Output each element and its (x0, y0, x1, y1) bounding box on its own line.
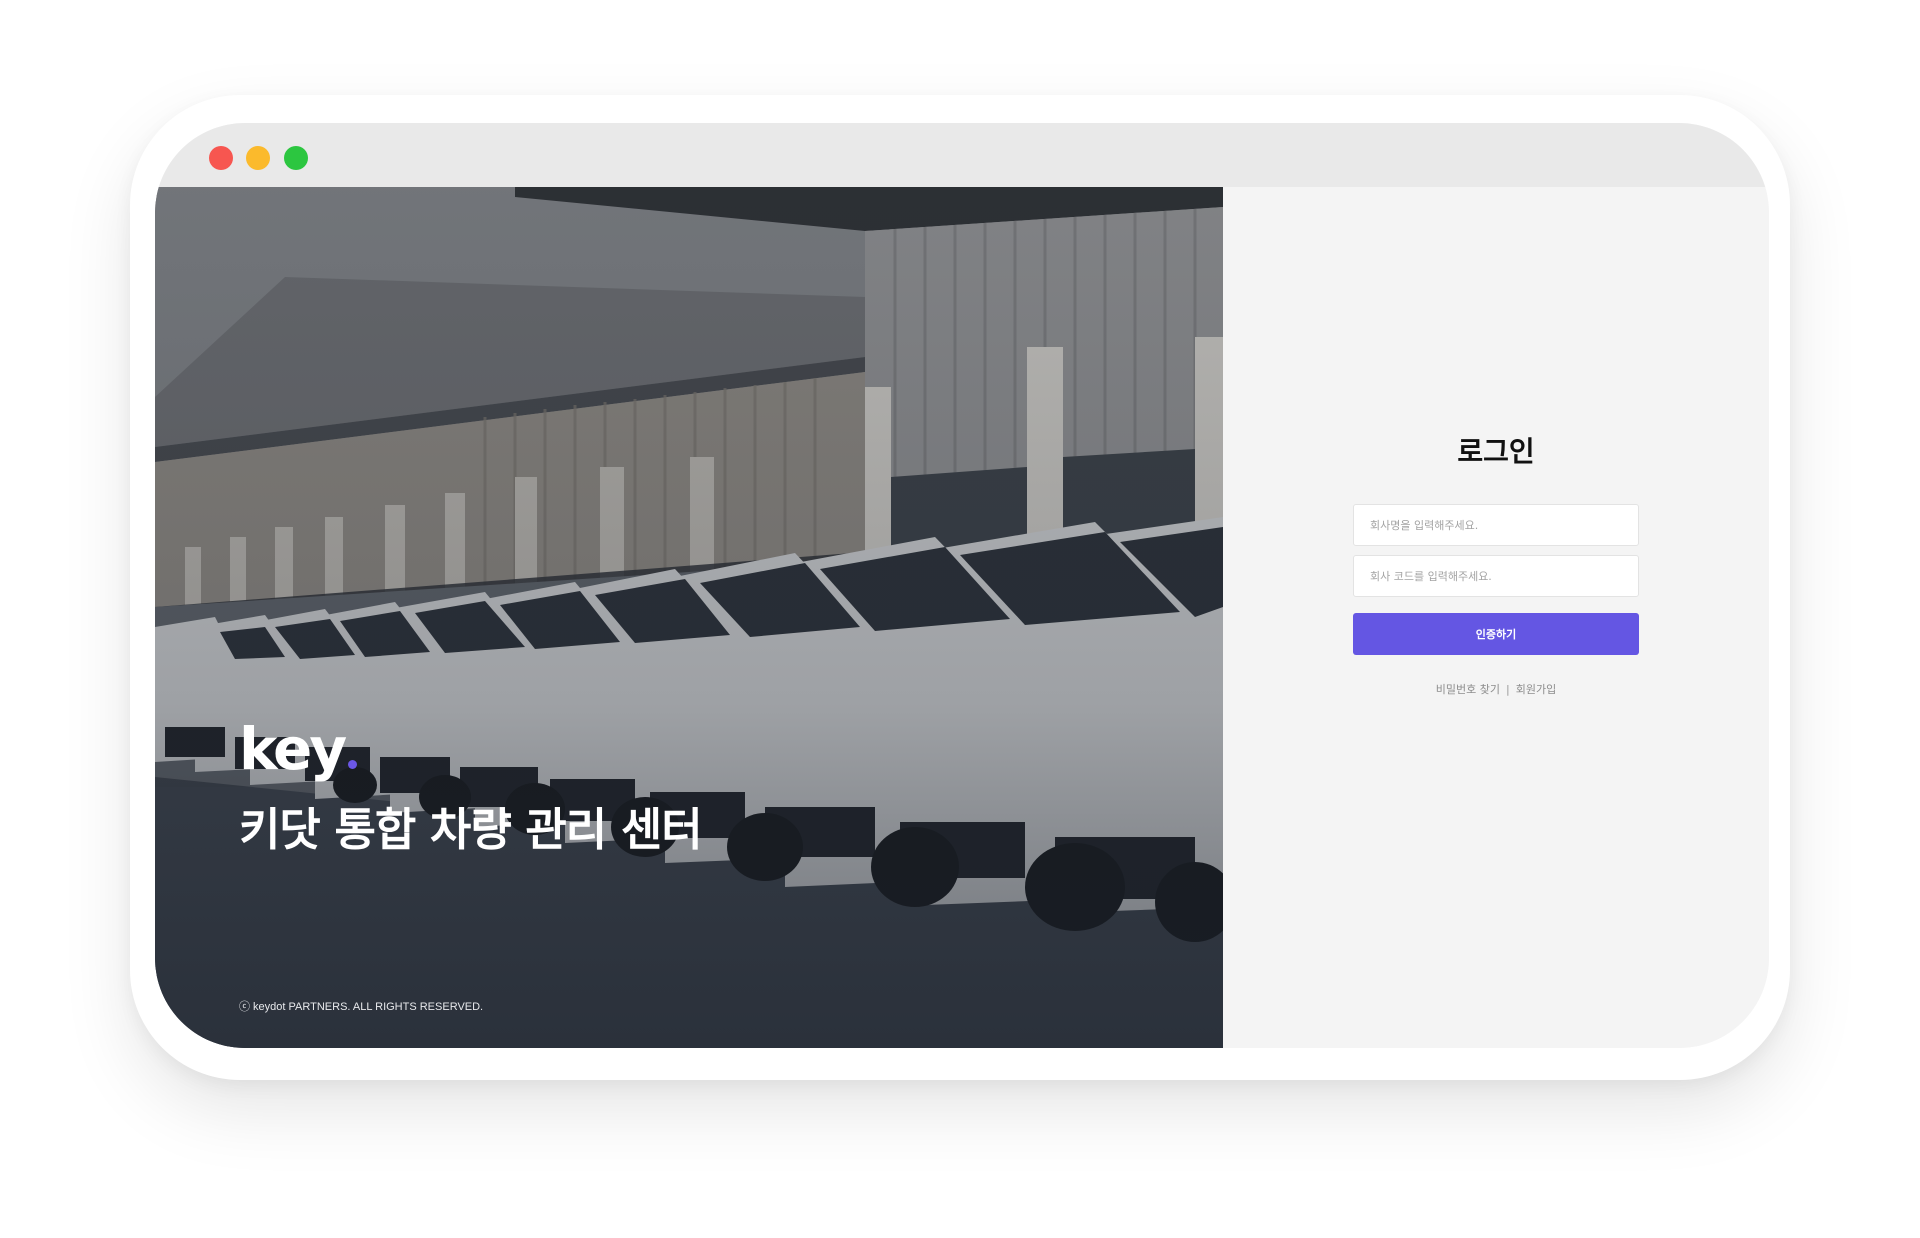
hero-overlay (155, 187, 1223, 1048)
login-panel: 로그인 인증하기 비밀번호 찾기 | 회원가입 (1223, 187, 1769, 1048)
login-links: 비밀번호 찾기 | 회원가입 (1223, 681, 1769, 697)
signup-link[interactable]: 회원가입 (1516, 683, 1556, 696)
hero-panel: key 키닷 통합 차량 관리 센터 ⓒ keydot PARTNERS. AL… (155, 187, 1223, 1048)
close-window-button[interactable] (209, 146, 233, 170)
keydot-logo: key (239, 720, 358, 778)
hero-title: 키닷 통합 차량 관리 센터 (239, 803, 703, 856)
window-titlebar (155, 123, 1769, 187)
logo-dot-icon (348, 760, 358, 769)
authenticate-button[interactable]: 인증하기 (1353, 613, 1639, 655)
browser-window: key 키닷 통합 차량 관리 센터 ⓒ keydot PARTNERS. AL… (155, 123, 1769, 1048)
company-code-input[interactable] (1353, 555, 1639, 597)
minimize-window-button[interactable] (246, 146, 270, 170)
company-name-input[interactable] (1353, 504, 1639, 546)
copyright-text: ⓒ keydot PARTNERS. ALL RIGHTS RESERVED. (239, 1001, 484, 1013)
login-title: 로그인 (1457, 435, 1535, 468)
link-separator: | (1506, 683, 1510, 696)
logo-text: key (239, 715, 347, 783)
maximize-window-button[interactable] (284, 146, 308, 170)
find-password-link[interactable]: 비밀번호 찾기 (1436, 683, 1500, 696)
